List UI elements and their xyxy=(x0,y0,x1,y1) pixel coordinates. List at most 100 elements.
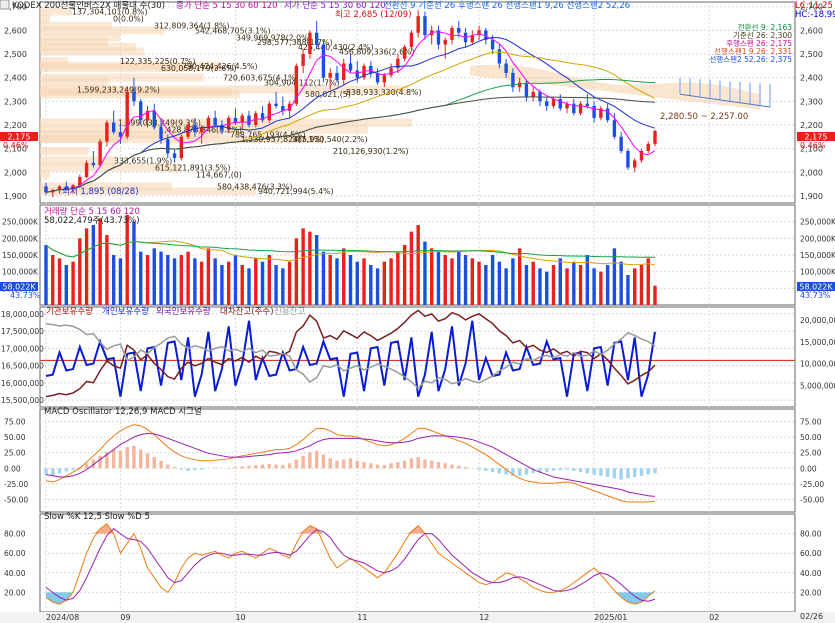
macd-osc-bar xyxy=(335,460,339,469)
macd-tick-left: 25.00 xyxy=(4,449,26,458)
volume-tick-left: 200,000K xyxy=(2,234,39,243)
volume-bar xyxy=(599,271,603,305)
volume-bar xyxy=(470,258,474,305)
volume-bar xyxy=(436,251,441,305)
peak-label: 최고 2,685 (12/09) xyxy=(335,9,412,20)
supply-lines xyxy=(40,309,795,398)
trough-label: 최저 1,895 (08/28) xyxy=(62,186,139,197)
overbought-fill xyxy=(100,523,107,534)
volume-bar xyxy=(206,248,211,305)
volume-bar xyxy=(511,258,515,305)
volume-bar xyxy=(348,255,353,305)
x-tick-label: 09 xyxy=(120,613,130,622)
macd-tick-left: -25.00 xyxy=(4,480,28,489)
volume-bar xyxy=(551,265,556,305)
candle-body xyxy=(592,106,596,118)
slow-tick-right: 40.00 xyxy=(800,569,822,578)
volume-bar xyxy=(504,268,508,305)
macd-osc-bar xyxy=(308,452,312,469)
supply-legend-credit[interactable]: 신용잔고 xyxy=(274,306,305,317)
candle-body xyxy=(633,160,637,168)
price-tick-right: 2,200 xyxy=(800,121,823,130)
volume-bar xyxy=(179,255,184,305)
volume-bar xyxy=(44,245,48,305)
volume-bar xyxy=(308,231,312,305)
macd-osc-bar xyxy=(402,460,407,469)
volume-bar xyxy=(105,235,109,305)
slow-legend[interactable]: Slow %K 12,5 Slow %D 5 xyxy=(44,512,150,522)
macd-tick-left: -50.00 xyxy=(4,496,28,505)
supply-legend-individual[interactable]: 개인보유수량 xyxy=(102,306,149,317)
collapse-icon[interactable] xyxy=(0,0,10,10)
volume-bar xyxy=(443,255,447,305)
volume-bar xyxy=(369,265,373,305)
macd-osc-bar xyxy=(199,468,204,470)
volume-bar xyxy=(145,255,150,305)
macd-osc-bar xyxy=(64,468,68,472)
macd-osc-bar xyxy=(477,468,481,470)
macd-legend[interactable]: MACD Oscillator 12,26,9 MACD 시그널 xyxy=(44,407,202,417)
price-tick-right: 2,400 xyxy=(800,74,823,83)
candle-body xyxy=(301,54,305,66)
supply-legend-foreign[interactable]: 외국인보유수량 xyxy=(156,306,211,317)
macd-osc-bar xyxy=(457,465,461,469)
volume-bar xyxy=(139,251,143,305)
supply-legend-institution[interactable]: 기관보유수량 xyxy=(46,306,93,317)
macd-osc-bar xyxy=(254,465,258,469)
candle-body xyxy=(105,122,109,142)
macd-osc-bar xyxy=(585,468,590,474)
candle-body xyxy=(524,82,529,97)
volume-bar xyxy=(639,265,644,305)
oversold-fill xyxy=(621,592,628,603)
ma-120-line xyxy=(45,96,656,193)
supply-tick-left: 18,000,000 xyxy=(1,310,44,319)
macd-osc-bar xyxy=(166,464,170,469)
volume-bar xyxy=(477,261,481,305)
volume-bars xyxy=(44,215,657,305)
volume-bar xyxy=(193,258,197,305)
candle-body xyxy=(443,39,447,45)
stock-chart[interactable]: 137,304,101(0.8%)0(0.0%)312,809,364(1.8%… xyxy=(0,0,835,623)
volume-profile-label: 210,126,930(1.2%) xyxy=(333,147,409,156)
ma-legend[interactable]: 종가 단순 5 15 30 60 120 xyxy=(176,0,278,11)
volume-bar xyxy=(287,261,292,305)
volume-profile-bar xyxy=(40,135,128,144)
candle-body xyxy=(179,136,184,159)
candle-body xyxy=(450,28,454,40)
macd-osc-bar xyxy=(396,462,400,469)
volume-bar xyxy=(294,238,299,305)
macd-osc-bar xyxy=(247,465,251,469)
macd-osc-bar xyxy=(51,468,55,476)
candle-body xyxy=(267,103,271,121)
macd-osc-bar xyxy=(436,462,441,469)
candle-body xyxy=(490,39,495,50)
volume-bar xyxy=(362,258,366,305)
macd-osc-bar xyxy=(545,468,549,473)
candle-body xyxy=(111,122,116,133)
volume-bar xyxy=(619,261,623,305)
candle-body xyxy=(91,162,96,166)
volume-bar xyxy=(490,255,495,305)
macd-osc-bar xyxy=(139,449,143,469)
ichimoku-legend[interactable]: 전환선 9 기준선 26 후행스팬 26 선행스팬1 9,26 선행스팬2 52… xyxy=(384,0,630,11)
ichimoku-value: 선행스팬2 52,26: 2,375 xyxy=(709,54,792,64)
macd-osc-bar xyxy=(497,468,502,474)
volume-bar xyxy=(78,238,82,305)
macd-osc-bar xyxy=(633,468,637,478)
macd-osc-bar xyxy=(382,465,387,469)
volume-bar xyxy=(260,261,265,305)
supply-legend-lending[interactable]: 대차잔고(주수) xyxy=(220,306,274,317)
volume-bar xyxy=(484,265,488,305)
supply-tick-left: 16,500,000 xyxy=(1,362,44,371)
macd-tick-right: 75.00 xyxy=(800,417,822,426)
macd-osc-bar xyxy=(294,459,299,469)
macd-osc-bar xyxy=(348,458,353,469)
macd-osc-bar xyxy=(186,468,190,471)
volume-bar xyxy=(396,251,400,305)
volume-bar xyxy=(342,248,346,305)
volume-bar xyxy=(355,261,359,305)
price-tick-left: 2,400 xyxy=(4,74,27,83)
macd-tick-left: 0.00 xyxy=(4,464,21,473)
candle-body xyxy=(423,16,427,36)
candle-body xyxy=(605,108,610,121)
